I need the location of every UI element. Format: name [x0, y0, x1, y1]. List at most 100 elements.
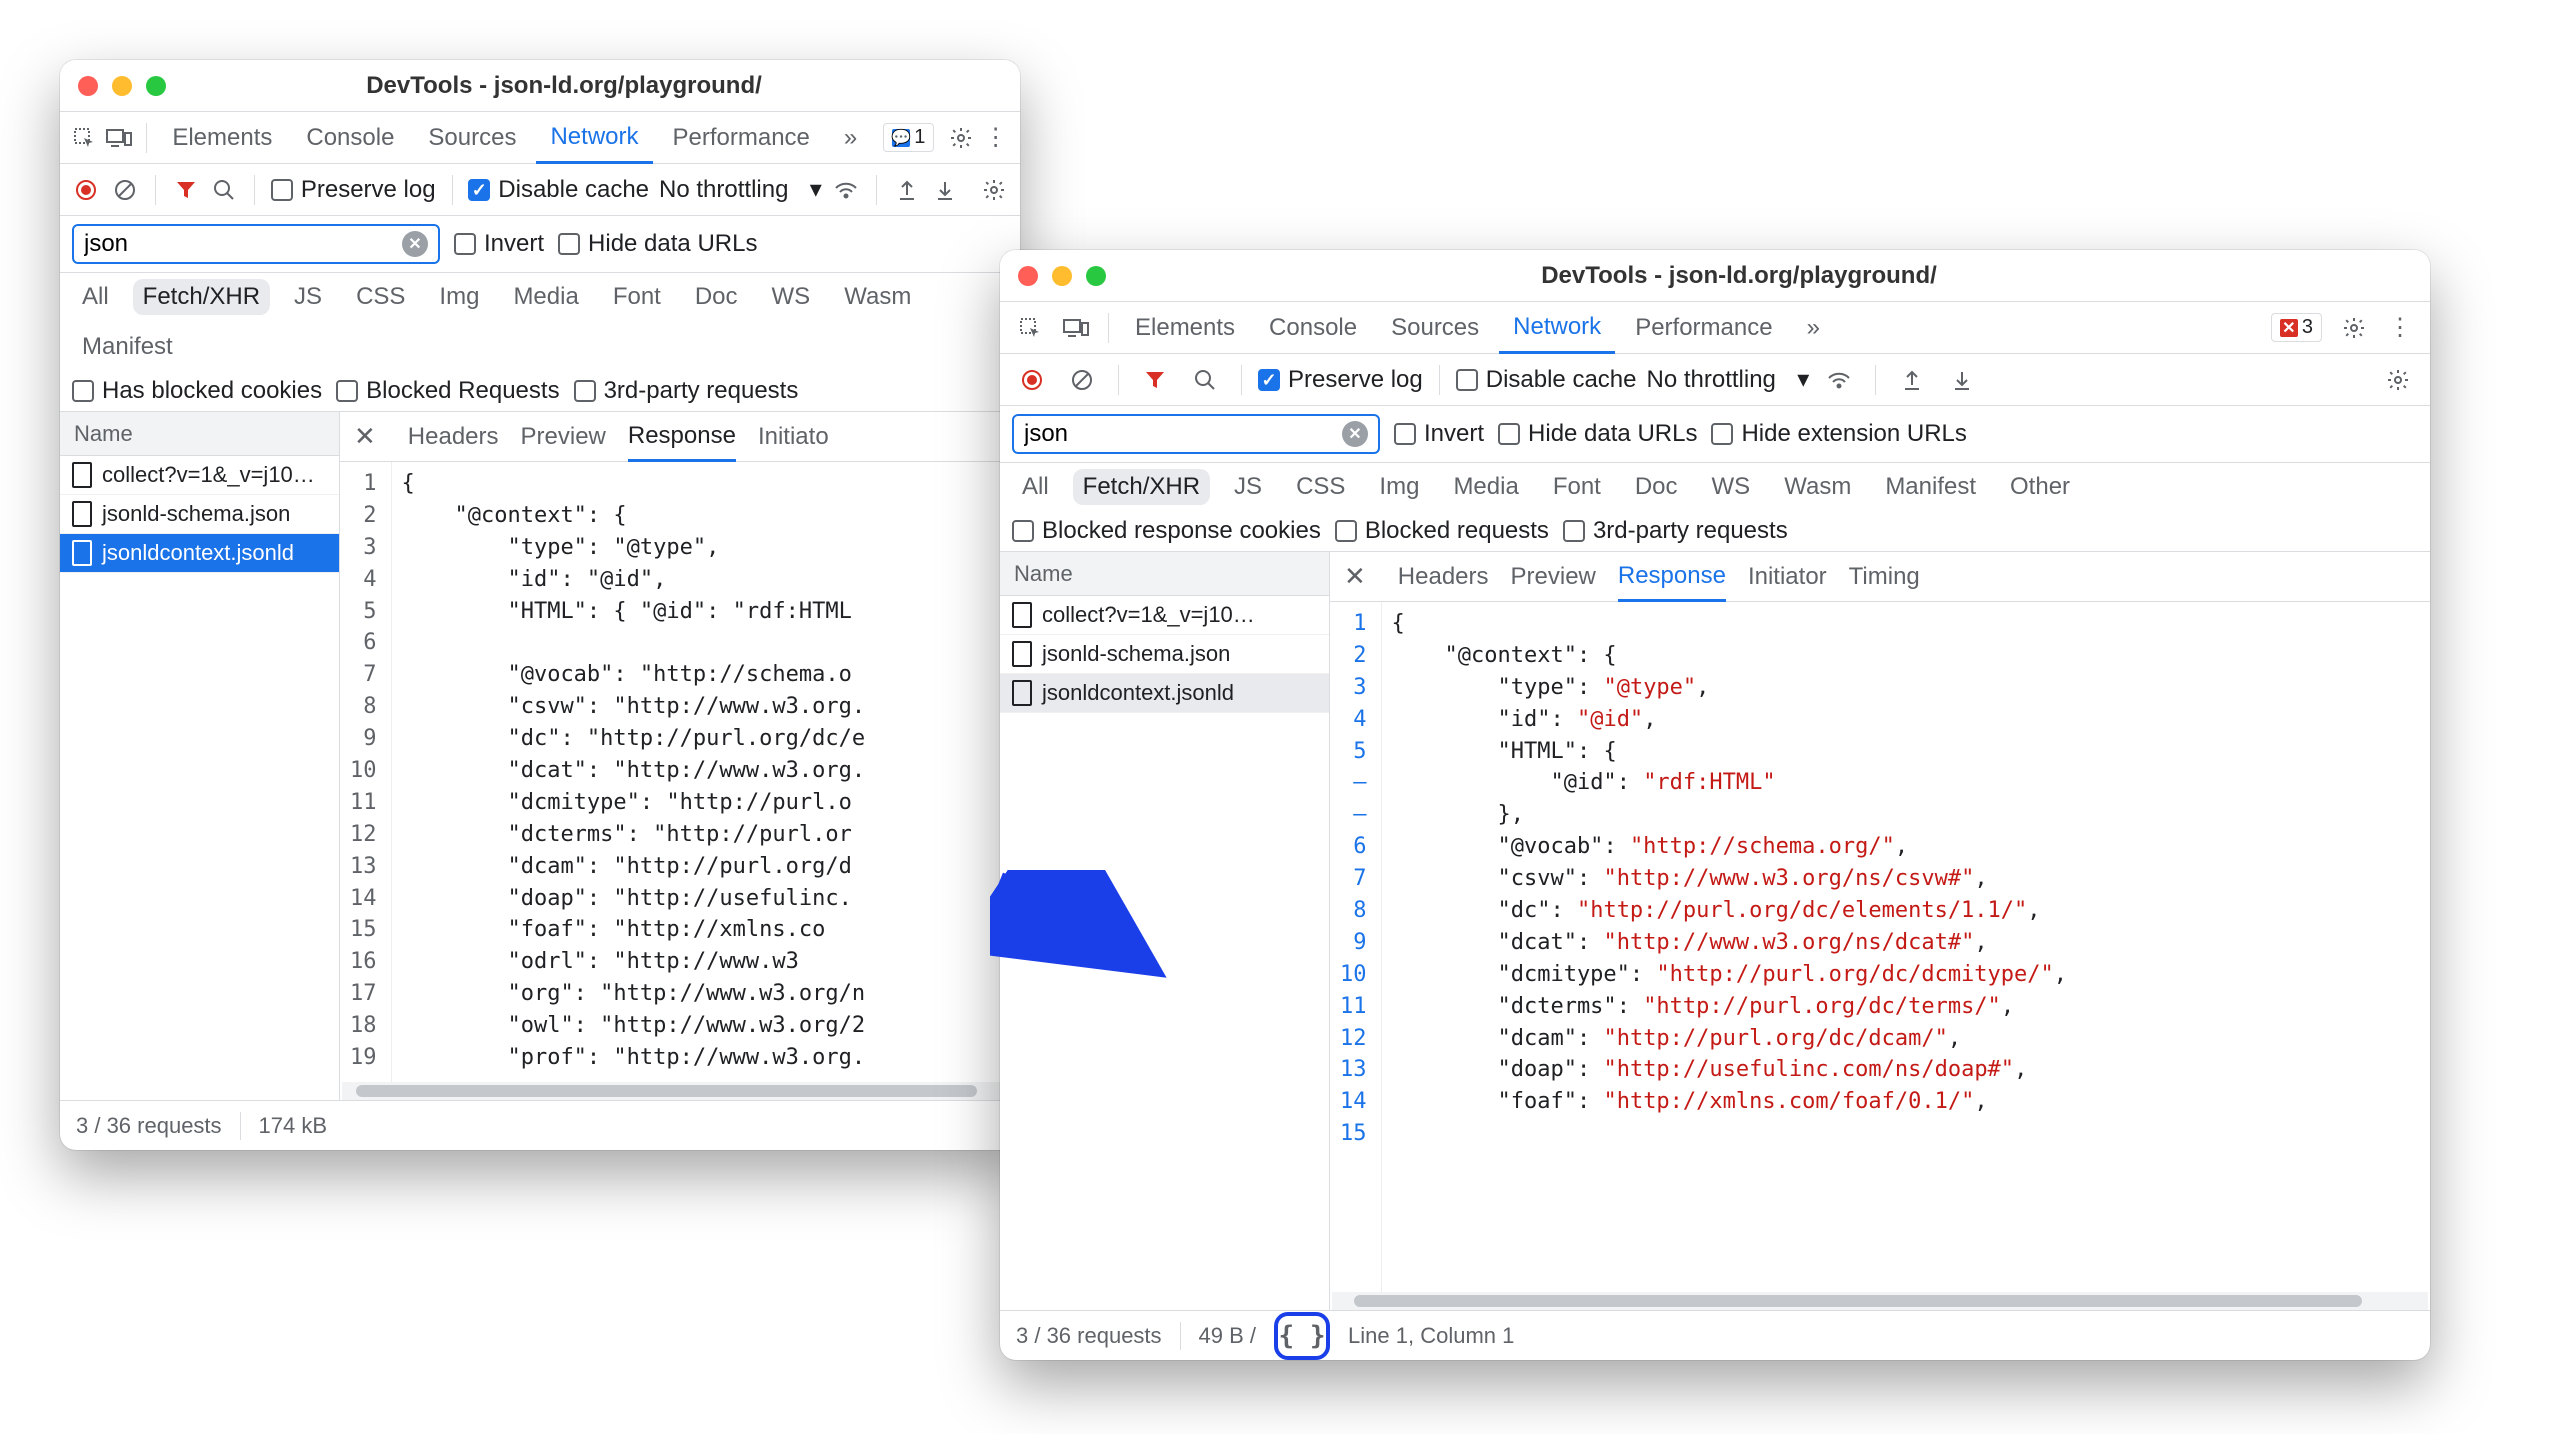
chip-css[interactable]: CSS [346, 279, 415, 315]
invert-check[interactable]: Invert [1394, 420, 1484, 448]
h-scrollbar[interactable] [1332, 1292, 2428, 1310]
chip-doc[interactable]: Doc [685, 279, 748, 315]
blocked-cookies-check[interactable]: Blocked response cookies [1012, 517, 1321, 545]
filter-text[interactable] [84, 230, 394, 258]
third-party-check[interactable]: 3rd-party requests [1563, 517, 1788, 545]
subtab-response[interactable]: Response [628, 412, 736, 462]
close-icon[interactable] [1018, 266, 1038, 286]
chip-img[interactable]: Img [1369, 469, 1429, 505]
tab-more[interactable]: » [1793, 302, 1834, 354]
hide-data-urls-check[interactable]: Hide data URLs [558, 230, 757, 258]
h-scrollbar[interactable] [342, 1082, 1018, 1100]
chip-css[interactable]: CSS [1286, 469, 1355, 505]
hide-data-urls-check[interactable]: Hide data URLs [1498, 420, 1697, 448]
errors-badge[interactable]: ✕3 [2271, 313, 2322, 342]
chip-other[interactable]: Other [2000, 469, 2080, 505]
wifi-icon[interactable] [1819, 360, 1859, 400]
request-row[interactable]: collect?v=1&_v=j10… [60, 456, 339, 495]
blocked-requests-check[interactable]: Blocked Requests [336, 377, 559, 405]
blocked-requests-check[interactable]: Blocked requests [1335, 517, 1549, 545]
preserve-log-check[interactable]: Preserve log [1258, 366, 1423, 394]
name-column-header[interactable]: Name [1000, 552, 1329, 596]
record-icon[interactable] [72, 170, 100, 210]
inspect-icon[interactable] [1010, 308, 1050, 348]
record-icon[interactable] [1012, 360, 1052, 400]
subtab-headers[interactable]: Headers [1398, 552, 1489, 602]
chip-manifest[interactable]: Manifest [1875, 469, 1986, 505]
response-code[interactable]: 1 2 3 4 5 – – 6 7 8 9 10 11 12 13 14 15 … [1330, 602, 2430, 1292]
panel-gear-icon[interactable] [2378, 360, 2418, 400]
has-blocked-cookies-check[interactable]: Has blocked cookies [72, 377, 322, 405]
clear-filter-icon[interactable]: ✕ [402, 231, 428, 257]
filter-icon[interactable] [1135, 360, 1175, 400]
issues-badge[interactable]: 💬1 [883, 123, 934, 152]
chip-fetch[interactable]: Fetch/XHR [1073, 469, 1210, 505]
gear-icon[interactable] [2334, 308, 2374, 348]
subtab-headers[interactable]: Headers [408, 412, 499, 462]
throttling-select[interactable]: No throttling ▾ [1646, 365, 1809, 394]
tab-performance[interactable]: Performance [659, 112, 824, 164]
tab-elements[interactable]: Elements [1121, 302, 1249, 354]
chip-all[interactable]: All [72, 279, 119, 315]
upload-icon[interactable] [893, 170, 921, 210]
tab-sources[interactable]: Sources [1377, 302, 1493, 354]
invert-check[interactable]: Invert [454, 230, 544, 258]
chip-font[interactable]: Font [603, 279, 671, 315]
search-icon[interactable] [210, 170, 238, 210]
subtab-timing[interactable]: Timing [1849, 552, 1920, 602]
upload-icon[interactable] [1892, 360, 1932, 400]
chip-manifest[interactable]: Manifest [72, 329, 183, 365]
chip-media[interactable]: Media [503, 279, 588, 315]
tab-network[interactable]: Network [1499, 302, 1615, 354]
subtab-preview[interactable]: Preview [521, 412, 606, 462]
code-body[interactable]: { "@context": { "type": "@type", "id": "… [1382, 602, 2431, 1292]
kebab-icon[interactable]: ⋮ [981, 118, 1010, 158]
throttling-select[interactable]: No throttling ▾ [659, 175, 822, 204]
filter-input[interactable]: ✕ [72, 224, 440, 264]
response-code[interactable]: 1 2 3 4 5 6 7 8 9 10 11 12 13 14 15 16 1… [340, 462, 1020, 1082]
tab-elements[interactable]: Elements [158, 112, 286, 164]
close-detail-icon[interactable]: ✕ [1344, 561, 1376, 592]
request-row[interactable]: jsonld-schema.json [60, 495, 339, 534]
subtab-preview[interactable]: Preview [1511, 552, 1596, 602]
request-row-selected[interactable]: jsonldcontext.jsonld [1000, 674, 1329, 713]
code-body[interactable]: { "@context": { "type": "@type", "id": "… [392, 462, 1021, 1082]
chip-js[interactable]: JS [284, 279, 332, 315]
search-icon[interactable] [1185, 360, 1225, 400]
chip-fetch[interactable]: Fetch/XHR [133, 279, 270, 315]
download-icon[interactable] [931, 170, 959, 210]
device-icon[interactable] [1056, 308, 1096, 348]
disable-cache-check[interactable]: Disable cache [1456, 366, 1637, 394]
chip-js[interactable]: JS [1224, 469, 1272, 505]
chip-img[interactable]: Img [429, 279, 489, 315]
clear-icon[interactable] [1062, 360, 1102, 400]
tab-sources[interactable]: Sources [414, 112, 530, 164]
clear-filter-icon[interactable]: ✕ [1342, 421, 1368, 447]
chip-media[interactable]: Media [1443, 469, 1528, 505]
clear-icon[interactable] [110, 170, 138, 210]
request-row[interactable]: jsonld-schema.json [1000, 635, 1329, 674]
tab-performance[interactable]: Performance [1621, 302, 1786, 354]
gear-icon[interactable] [946, 118, 975, 158]
third-party-check[interactable]: 3rd-party requests [574, 377, 799, 405]
close-icon[interactable] [78, 76, 98, 96]
chip-wasm[interactable]: Wasm [1774, 469, 1861, 505]
subtab-initiator[interactable]: Initiato [758, 412, 829, 462]
filter-text[interactable] [1024, 420, 1334, 448]
kebab-icon[interactable]: ⋮ [2380, 308, 2420, 348]
name-column-header[interactable]: Name [60, 412, 339, 456]
chip-ws[interactable]: WS [1702, 469, 1761, 505]
panel-gear-icon[interactable] [980, 170, 1008, 210]
preserve-log-check[interactable]: Preserve log [271, 176, 436, 204]
tab-network[interactable]: Network [536, 112, 652, 164]
chip-ws[interactable]: WS [762, 279, 821, 315]
chip-wasm[interactable]: Wasm [834, 279, 921, 315]
filter-icon[interactable] [171, 170, 199, 210]
device-icon[interactable] [105, 118, 134, 158]
request-row[interactable]: collect?v=1&_v=j10… [1000, 596, 1329, 635]
chip-all[interactable]: All [1012, 469, 1059, 505]
subtab-initiator[interactable]: Initiator [1748, 552, 1827, 602]
chip-doc[interactable]: Doc [1625, 469, 1688, 505]
wifi-icon[interactable] [832, 170, 860, 210]
tab-console[interactable]: Console [1255, 302, 1371, 354]
